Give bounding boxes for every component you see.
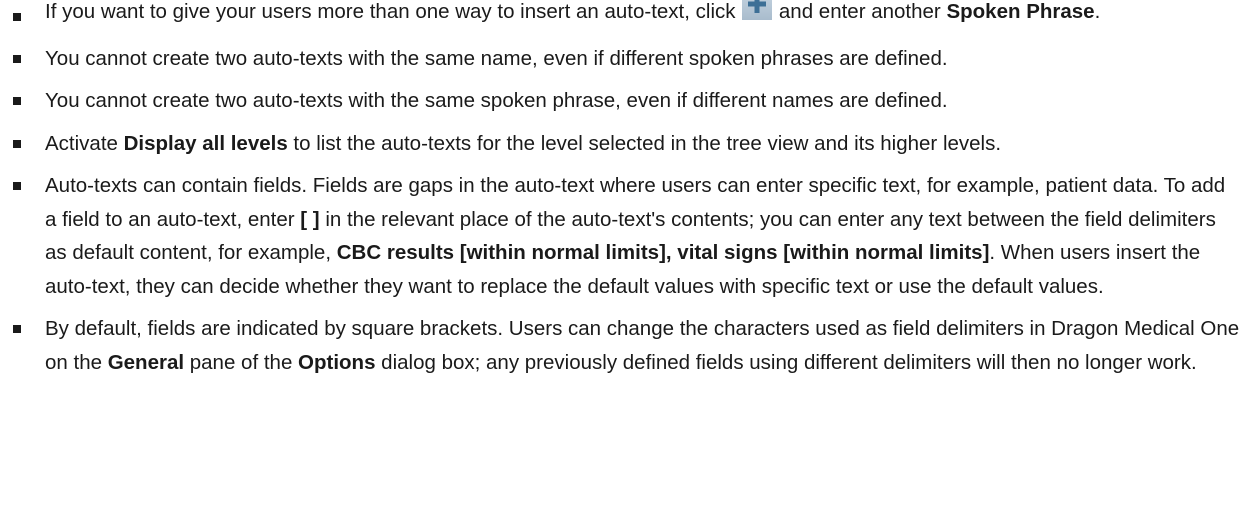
note-text: . (1094, 0, 1101, 23)
bullet-icon (13, 97, 21, 105)
list-item: You cannot create two auto-texts with th… (0, 84, 1244, 118)
plus-icon (742, 0, 773, 20)
bullet-icon (13, 182, 21, 190)
note-text: to list the auto-texts for the level sel… (287, 131, 1002, 155)
example-term: CBC results [within normal limits], vita… (336, 241, 990, 264)
note-text: You cannot create two auto-texts with th… (45, 46, 948, 70)
note-text: dialog box; any previously defined field… (375, 350, 1197, 374)
note-text: Activate (45, 131, 124, 155)
document-page: If you want to give your users more than… (0, 0, 1244, 529)
list-item: Auto-texts can contain fields. Fields ar… (0, 169, 1244, 303)
display-all-levels-term: Display all levels (123, 131, 288, 155)
spoken-phrase-term: Spoken Phrase (946, 0, 1095, 23)
note-text: pane of the (184, 350, 299, 374)
list-item: If you want to give your users more than… (0, 0, 1244, 29)
bullet-icon (13, 325, 21, 333)
options-dialog-term: Options (298, 350, 376, 374)
list-item: Activate Display all levels to list the … (0, 127, 1244, 161)
note-text: and enter another (778, 0, 947, 23)
list-item: You cannot create two auto-texts with th… (0, 42, 1244, 76)
bullet-icon (13, 139, 21, 148)
general-pane-term: General (107, 350, 185, 374)
notes-list: If you want to give your users more than… (0, 0, 1244, 379)
bullet-icon (13, 54, 21, 63)
note-text: You cannot create two auto-texts with th… (45, 89, 948, 112)
bullet-icon (13, 13, 21, 21)
note-text: If you want to give your users more than… (45, 0, 742, 23)
field-delimiter-term: [ ] (300, 207, 320, 231)
list-item: By default, fields are indicated by squa… (0, 312, 1244, 379)
